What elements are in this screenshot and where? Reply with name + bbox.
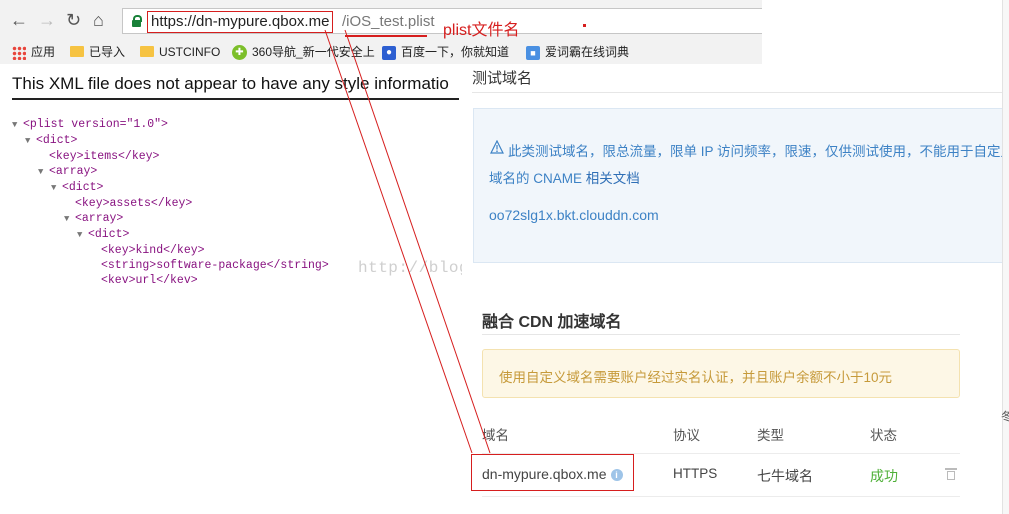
xml-style-notice: This XML file does not appear to have an… [12,74,459,100]
info-icon[interactable]: i [610,469,623,482]
xml-line[interactable]: ▼ <array> [12,164,329,180]
xml-tree: ▼ <plist version="1.0"> ▼ <dict> <key>items<… [12,117,329,288]
xml-line: <key>assets</key> [12,196,329,211]
reload-icon[interactable]: ↻ [66,10,81,30]
bookmark-imported[interactable]: 已导入 [70,42,125,62]
url-path: /iOS_test.plist [342,13,435,30]
row-type: 七牛域名 [757,468,813,484]
collapse-triangle-icon[interactable]: ▼ [51,181,62,196]
apps-icon [12,45,26,60]
url-host: https://dn-mypure.qbox.me [147,11,334,33]
xml-line[interactable]: ▼ <dict> [12,133,329,149]
divider [482,496,960,497]
home-icon[interactable]: ⌂ [93,10,104,30]
xml-line-text: <key>assets</key> [75,197,193,210]
address-bar[interactable]: https://dn-mypure.qbox.me /iOS_test.plis… [122,8,762,34]
test-domain-title: 测试域名 [472,70,533,87]
xml-line: <key>items</key> [12,149,329,164]
column-header-protocol: 协议 [673,428,700,443]
row-status: 成功 [870,468,898,484]
folder-icon [70,46,84,58]
row-protocol: HTTPS [673,466,718,481]
test-domain-info-box: 此类测试域名，限总流量，限单 IP 访问频率，限速，仅供测试使用，不能用于自定义… [473,108,1009,263]
warning-text: 此类测试域名，限总流量，限单 IP 访问频率，限速，仅供测试使用，不能用于自定义 [508,144,1009,159]
xml-line[interactable]: ▼ <dict> [12,180,329,196]
xml-line[interactable]: ▼ <plist version="1.0"> [12,117,329,133]
xml-line-text: <dict> [62,181,104,194]
bookmarks-bar: 应用 已导入 USTCINFO ✚ 360导航_新一代安全上 ● 百度一下，你就知道… [0,40,762,64]
xml-line-text: <plist version="1.0"> [23,118,168,131]
browser-toolbar: ← → ↻ ⌂ https://dn-mypure.qbox.me /iOS_t… [0,0,762,40]
xml-line[interactable]: ▼ <array> [12,211,329,227]
bookmark-ustcinfo[interactable]: USTCINFO [140,42,220,62]
column-header-type: 类型 [757,428,784,443]
xml-line[interactable]: ▼ <dict> [12,227,329,243]
xml-line: <key>kind</key> [12,243,329,258]
bookmark-baidu[interactable]: ● 百度一下，你就知道 [382,42,509,62]
xml-line-text: <key>items</key> [49,150,160,163]
collapse-triangle-icon[interactable]: ▼ [77,228,88,243]
divider [472,92,1009,93]
xml-line-text: <array> [49,165,98,178]
forward-icon[interactable]: → [38,10,56,30]
collapse-triangle-icon[interactable]: ▼ [38,165,49,180]
annotation-label: plist文件名 [443,22,520,39]
collapse-triangle-icon[interactable]: ▼ [25,134,36,149]
bookmark-360[interactable]: ✚ 360导航_新一代安全上 [232,42,375,62]
warning-icon [490,140,504,154]
xml-line: <string>software-package</string> [12,258,329,273]
column-header-status: 状态 [870,428,897,443]
xml-line: <kev>url</kev> [12,273,329,288]
annotation-dot [583,24,586,27]
xml-line-text: <string>software-package</string> [101,259,329,272]
xml-line-text: <array> [75,212,124,225]
cdn-section-title: 融合 CDN 加速域名 [482,314,622,331]
xml-line-text: <key>kind</key> [101,244,205,257]
lock-icon [132,15,142,27]
collapse-triangle-icon[interactable]: ▼ [64,212,75,227]
test-domain-value: oo72slg1x.bkt.clouddn.com [489,207,659,223]
bookmark-iciba[interactable]: ■ 爱词霸在线词典 [526,42,629,62]
domain-panel: 测试域名 此类测试域名，限总流量，限单 IP 访问频率，限速，仅供测试使用，不能… [462,64,1009,514]
back-icon[interactable]: ← [10,10,28,30]
collapse-triangle-icon[interactable]: ▼ [12,118,23,133]
trash-icon[interactable] [945,468,957,480]
cname-line: 域名的 CNAME 相关文档 [489,171,640,186]
docs-link[interactable]: 相关文档 [586,171,640,186]
dictionary-icon: ■ [526,45,540,60]
row-domain: dn-mypure.qbox.me i [482,466,623,482]
notice-text: 使用自定义域名需要账户经过实名认证，并且账户余额不小于10元 [499,370,893,385]
compass-icon: ✚ [232,45,247,61]
xml-line-text: <dict> [88,228,130,241]
paw-icon: ● [382,45,396,60]
folder-icon [140,46,154,58]
column-header-domain: 域名 [482,428,509,443]
scrollbar[interactable] [1002,0,1009,514]
xml-line-text: <dict> [36,134,78,147]
annotation-underline [345,35,427,37]
bookmark-apps[interactable]: 应用 [12,42,55,62]
realname-notice: 使用自定义域名需要账户经过实名认证，并且账户余额不小于10元 [482,349,960,398]
scroll-marker: 冬 [1001,411,1009,423]
divider [482,334,960,335]
xml-line-text: <kev>url</kev> [101,274,198,287]
